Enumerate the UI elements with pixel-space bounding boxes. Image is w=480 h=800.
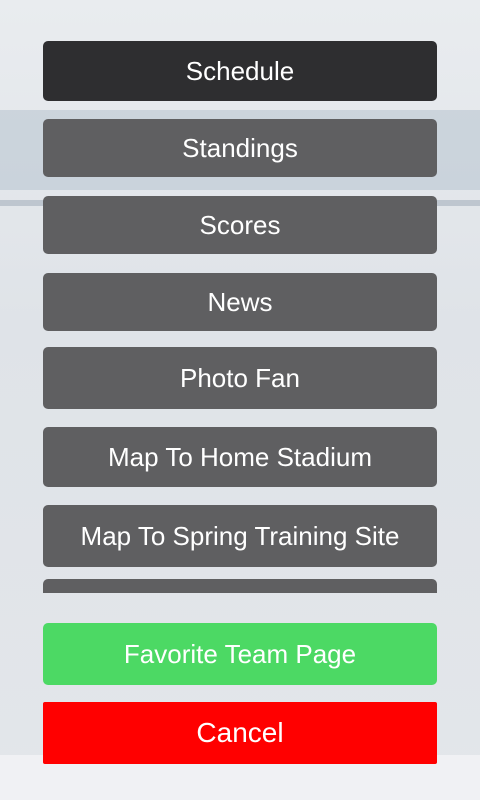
- schedule-button[interactable]: Schedule: [43, 41, 437, 101]
- standings-button[interactable]: Standings: [43, 119, 437, 177]
- favorite-team-page-button[interactable]: Favorite Team Page: [43, 623, 437, 685]
- scores-button[interactable]: Scores: [43, 196, 437, 254]
- map-to-spring-training-button[interactable]: Map To Spring Training Site: [43, 505, 437, 567]
- photo-fan-button[interactable]: Photo Fan: [43, 347, 437, 409]
- action-menu: Schedule Standings Scores News Photo Fan…: [0, 0, 480, 800]
- app-screen: Schedule Standings Scores News Photo Fan…: [0, 0, 480, 800]
- cancel-button[interactable]: Cancel: [43, 702, 437, 764]
- map-to-home-stadium-button[interactable]: Map To Home Stadium: [43, 427, 437, 487]
- partially-hidden-button: [43, 579, 437, 593]
- news-button[interactable]: News: [43, 273, 437, 331]
